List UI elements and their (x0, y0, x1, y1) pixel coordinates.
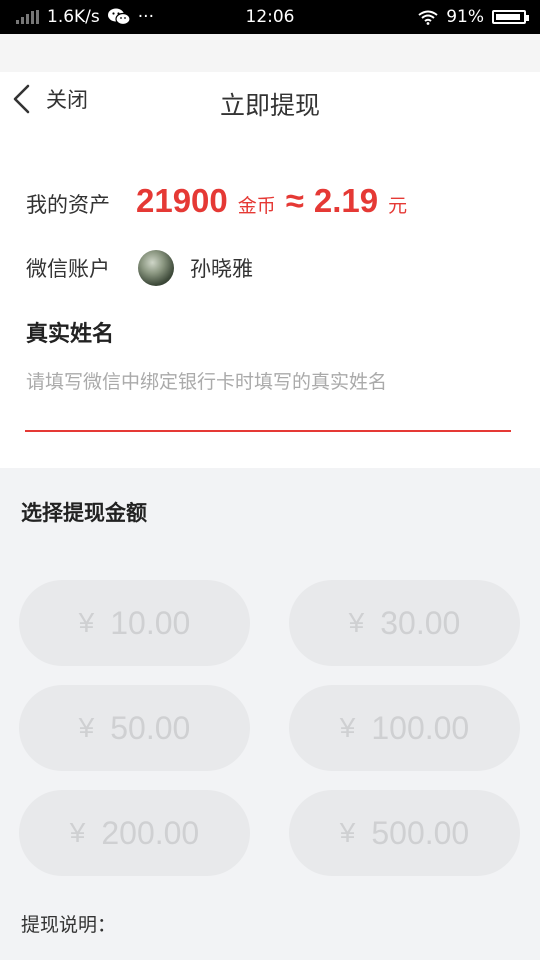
amount-option-200[interactable]: ¥ 200.00 (19, 790, 250, 876)
input-underline (25, 430, 511, 432)
amount-value: 100.00 (371, 709, 470, 746)
status-right: 91% (418, 7, 529, 27)
battery-icon (492, 10, 529, 24)
amount-option-10[interactable]: ¥ 10.00 (19, 580, 250, 666)
yen-symbol: ¥ (78, 712, 95, 743)
yen-symbol: ¥ (348, 607, 365, 638)
real-name-input[interactable] (26, 362, 511, 402)
amount-option-50[interactable]: ¥ 50.00 (19, 685, 250, 771)
wechat-label: 微信账户 (26, 257, 110, 281)
yuan-amount: 2.19 (313, 182, 379, 219)
top-spacer (0, 34, 540, 72)
coin-unit: 金币 (237, 195, 276, 217)
yen-symbol: ¥ (69, 817, 86, 848)
yen-symbol: ¥ (339, 817, 356, 848)
real-name-label: 真实姓名 (26, 322, 115, 347)
amount-value: 500.00 (371, 814, 470, 851)
wifi-icon (418, 10, 438, 25)
page-title: 立即提现 (219, 91, 320, 120)
coin-amount: 21900 (136, 182, 228, 219)
wechat-account-row: 微信账户 孙晓雅 (26, 250, 253, 286)
amount-option-500[interactable]: ¥ 500.00 (289, 790, 520, 876)
yuan-unit: 元 (388, 195, 408, 217)
avatar (138, 250, 174, 286)
yen-symbol: ¥ (339, 712, 356, 743)
amount-option-30[interactable]: ¥ 30.00 (289, 580, 520, 666)
amount-value: 50.00 (110, 709, 191, 746)
amount-value: 10.00 (110, 604, 191, 641)
amount-value: 200.00 (101, 814, 200, 851)
withdraw-description-label: 提现说明： (21, 914, 117, 936)
battery-percent: 91% (446, 7, 484, 27)
yen-symbol: ¥ (78, 607, 95, 638)
battery-fill (496, 14, 520, 20)
wechat-name: 孙晓雅 (190, 257, 253, 281)
assets-row: 我的资产 21900 金币 ≈ 2.19 元 (26, 182, 407, 220)
assets-label: 我的资产 (26, 193, 110, 217)
nav-header: 关闭 立即提现 (0, 72, 540, 132)
amount-value: 30.00 (380, 604, 461, 641)
amount-option-100[interactable]: ¥ 100.00 (289, 685, 520, 771)
amount-section-title: 选择提现金额 (21, 501, 147, 525)
withdraw-card: 关闭 立即提现 我的资产 21900 金币 ≈ 2.19 元 微信账户 孙晓雅 … (0, 72, 540, 468)
approx-sign: ≈ (285, 182, 304, 219)
status-bar: 1.6K/s ··· 12:06 91% (0, 0, 540, 34)
